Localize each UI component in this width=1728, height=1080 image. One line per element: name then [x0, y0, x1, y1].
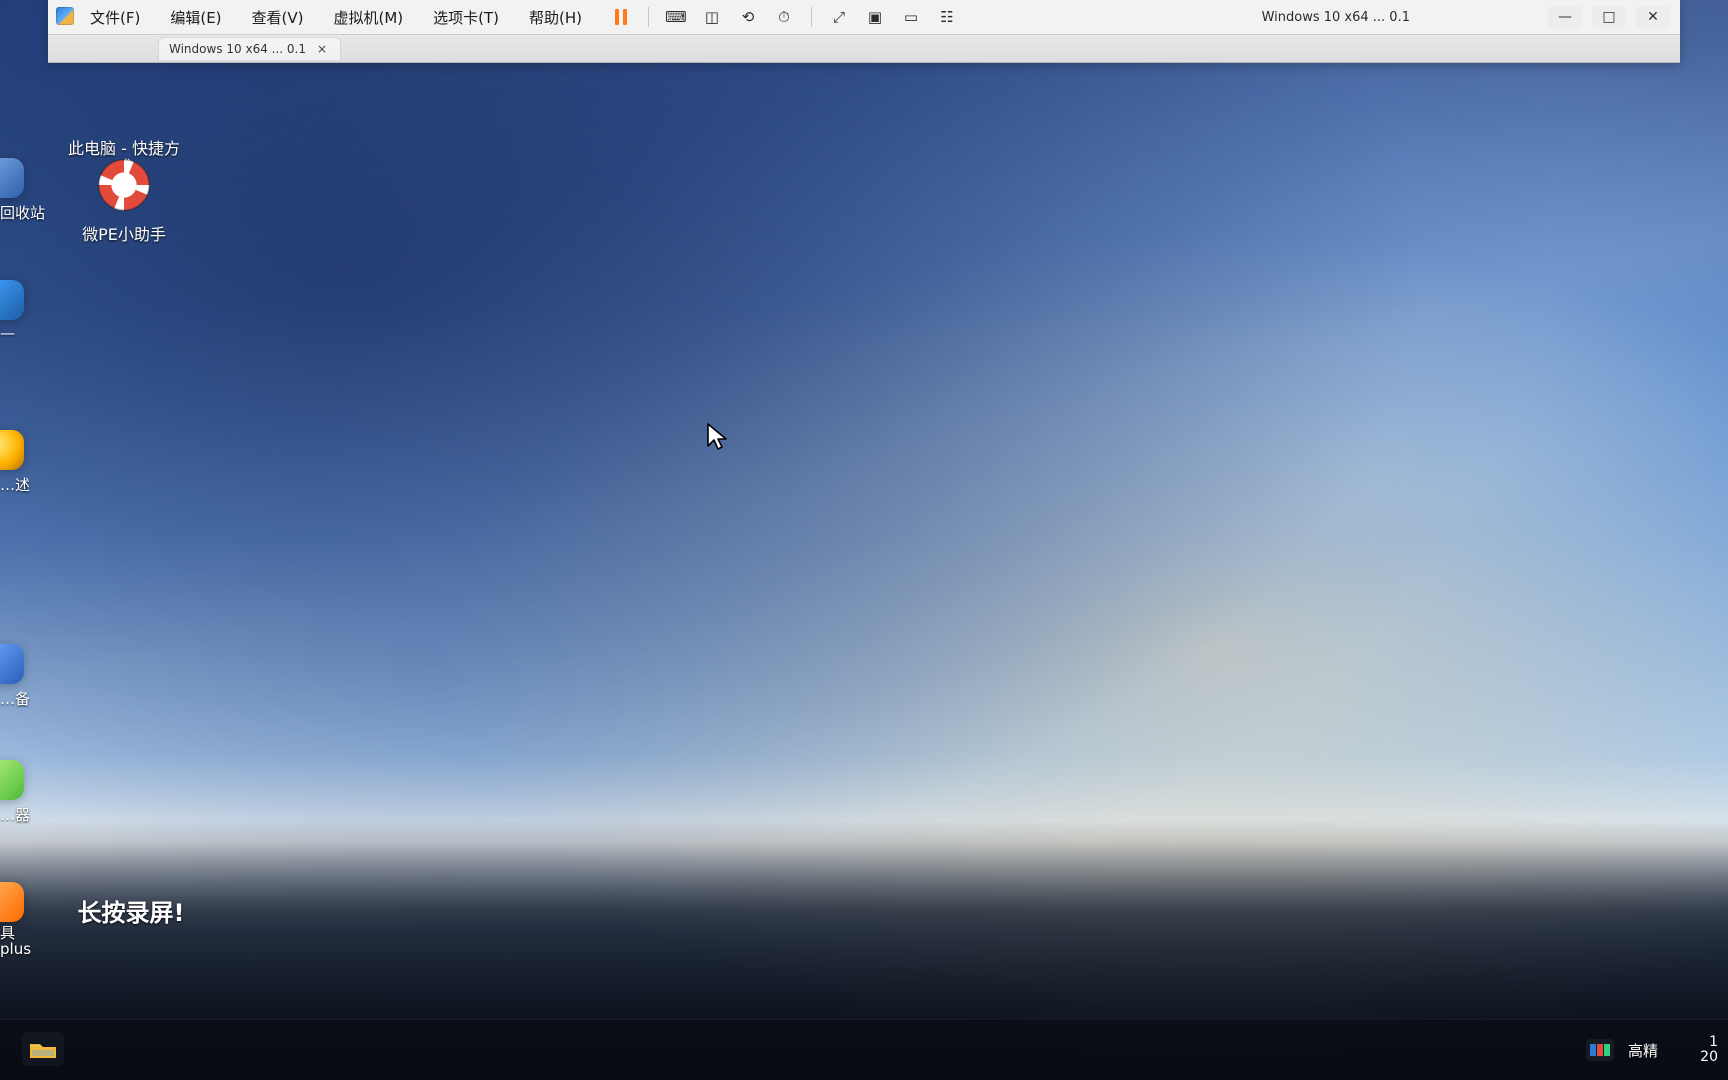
pause-button[interactable]: [608, 6, 634, 28]
clock-time: 1: [1709, 1034, 1718, 1051]
left-partial-1[interactable]: 回收站: [0, 152, 46, 222]
app-icon: [0, 280, 24, 320]
minimize-icon: —: [1558, 9, 1572, 25]
fullscreen-button[interactable]: ⤢: [826, 6, 852, 28]
clock-icon: ⏱: [778, 8, 790, 26]
device-icon: [0, 644, 24, 684]
toolbar-separator: [811, 7, 812, 27]
left-partial-5-label: …器: [0, 806, 31, 824]
lifebuoy-icon: [89, 150, 159, 220]
menu-view[interactable]: 查看(V): [246, 3, 310, 32]
vm-tab[interactable]: Windows 10 x64 ... 0.1 ×: [158, 37, 341, 60]
menu-vm[interactable]: 虚拟机(M): [328, 3, 410, 32]
tray-label: 高精: [1627, 1041, 1658, 1060]
vm-tab-label: Windows 10 x64 ... 0.1: [169, 42, 306, 56]
recycle-bin-icon: [0, 158, 24, 198]
menu-edit[interactable]: 编辑(E): [164, 3, 227, 32]
left-partial-4[interactable]: …备: [0, 638, 46, 708]
left-partial-4-label: …备: [0, 690, 31, 708]
camera-icon: ◫: [704, 8, 720, 26]
taskbar: 高精 1 20: [0, 1019, 1728, 1080]
desktop-icon-3-spacer: [56, 860, 206, 900]
restore-icon: ⟲: [741, 8, 755, 26]
window-icon: ▣: [867, 8, 883, 26]
vm-app-icon: [56, 7, 74, 25]
maximize-button[interactable]: □: [1592, 6, 1626, 28]
console-view-button[interactable]: ▭: [898, 6, 924, 28]
send-ctrl-alt-del-button[interactable]: ⌨: [663, 6, 689, 28]
tray-color-icon[interactable]: [1585, 1039, 1614, 1061]
vm-menubar: 文件(F) 编辑(E) 查看(V) 虚拟机(M) 选项卡(T) 帮助(H) ⌨ …: [48, 0, 1680, 34]
pause-icon: [615, 9, 627, 25]
keyboard-icon: ⌨: [665, 8, 687, 26]
vm-toolbar: ⌨ ◫ ⟲ ⏱ ⤢ ▣ ▭ ☷: [608, 6, 960, 28]
computer-icon: [89, 64, 159, 134]
close-icon: ✕: [1647, 9, 1659, 25]
left-partial-2-label: —: [0, 324, 15, 342]
vm-tabstrip: Windows 10 x64 ... 0.1 ×: [48, 34, 1680, 62]
left-partial-3-label: …述: [0, 476, 31, 494]
desktop-icon-2-label: 微PE小助手: [82, 225, 166, 244]
snapshot-button[interactable]: ◫: [699, 6, 725, 28]
monitor-icon: ▭: [903, 8, 919, 26]
desktop-icon-3-label: 长按录屏!: [77, 899, 185, 927]
fullscreen-icon: ⤢: [832, 8, 845, 26]
left-partial-6-label: 具 plus: [0, 924, 32, 958]
toolbar-separator: [648, 7, 649, 27]
taskbar-left: [22, 1032, 64, 1066]
thumbnail-button[interactable]: ☷: [934, 6, 960, 28]
file-explorer-taskbar-button[interactable]: [22, 1032, 64, 1066]
left-partial-2[interactable]: —: [0, 274, 46, 344]
vm-window-frame: 文件(F) 编辑(E) 查看(V) 虚拟机(M) 选项卡(T) 帮助(H) ⌨ …: [48, 0, 1680, 63]
tool-icon: [0, 430, 24, 470]
palette-icon: [1589, 1044, 1610, 1056]
window-controls: — □ ✕: [1548, 6, 1670, 28]
orange-app-icon: [0, 882, 24, 922]
vm-tab-close-button[interactable]: ×: [314, 41, 330, 57]
left-partial-3[interactable]: …述: [0, 424, 46, 494]
unity-button[interactable]: ▣: [862, 6, 888, 28]
left-partial-5[interactable]: …器: [0, 754, 46, 824]
restore-snapshot-button[interactable]: ⟲: [735, 6, 761, 28]
left-partial-6[interactable]: 具 plus: [0, 876, 46, 986]
clock[interactable]: 1 20: [1672, 1035, 1718, 1064]
clock-date: 20: [1700, 1049, 1718, 1065]
vm-title: Windows 10 x64 ... 0.1: [1261, 10, 1410, 25]
folder-icon: [30, 1043, 56, 1058]
left-partial-1-label: 回收站: [0, 204, 46, 222]
manage-snapshots-button[interactable]: ⏱: [771, 6, 797, 28]
menu-file[interactable]: 文件(F): [84, 3, 146, 32]
maximize-icon: □: [1602, 9, 1616, 25]
grid-icon: ☷: [940, 8, 954, 26]
desktop-icon-2[interactable]: 微PE小助手: [64, 150, 184, 244]
close-button[interactable]: ✕: [1636, 6, 1670, 28]
minimize-button[interactable]: —: [1548, 6, 1582, 28]
desktop-icons: 此电脑 - 快捷方式 微PE小助手 长按录屏! 回收站 — …述: [0, 64, 240, 964]
desktop-icon-3[interactable]: 长按录屏!: [56, 860, 206, 928]
menu-help[interactable]: 帮助(H): [523, 3, 588, 32]
wallpaper-clouds: [0, 0, 1728, 1080]
green-app-icon: [0, 760, 24, 800]
taskbar-right: 高精 1 20: [1585, 1030, 1728, 1070]
mouse-pointer-icon: [707, 423, 727, 450]
menu-tabs[interactable]: 选项卡(T): [427, 3, 505, 32]
